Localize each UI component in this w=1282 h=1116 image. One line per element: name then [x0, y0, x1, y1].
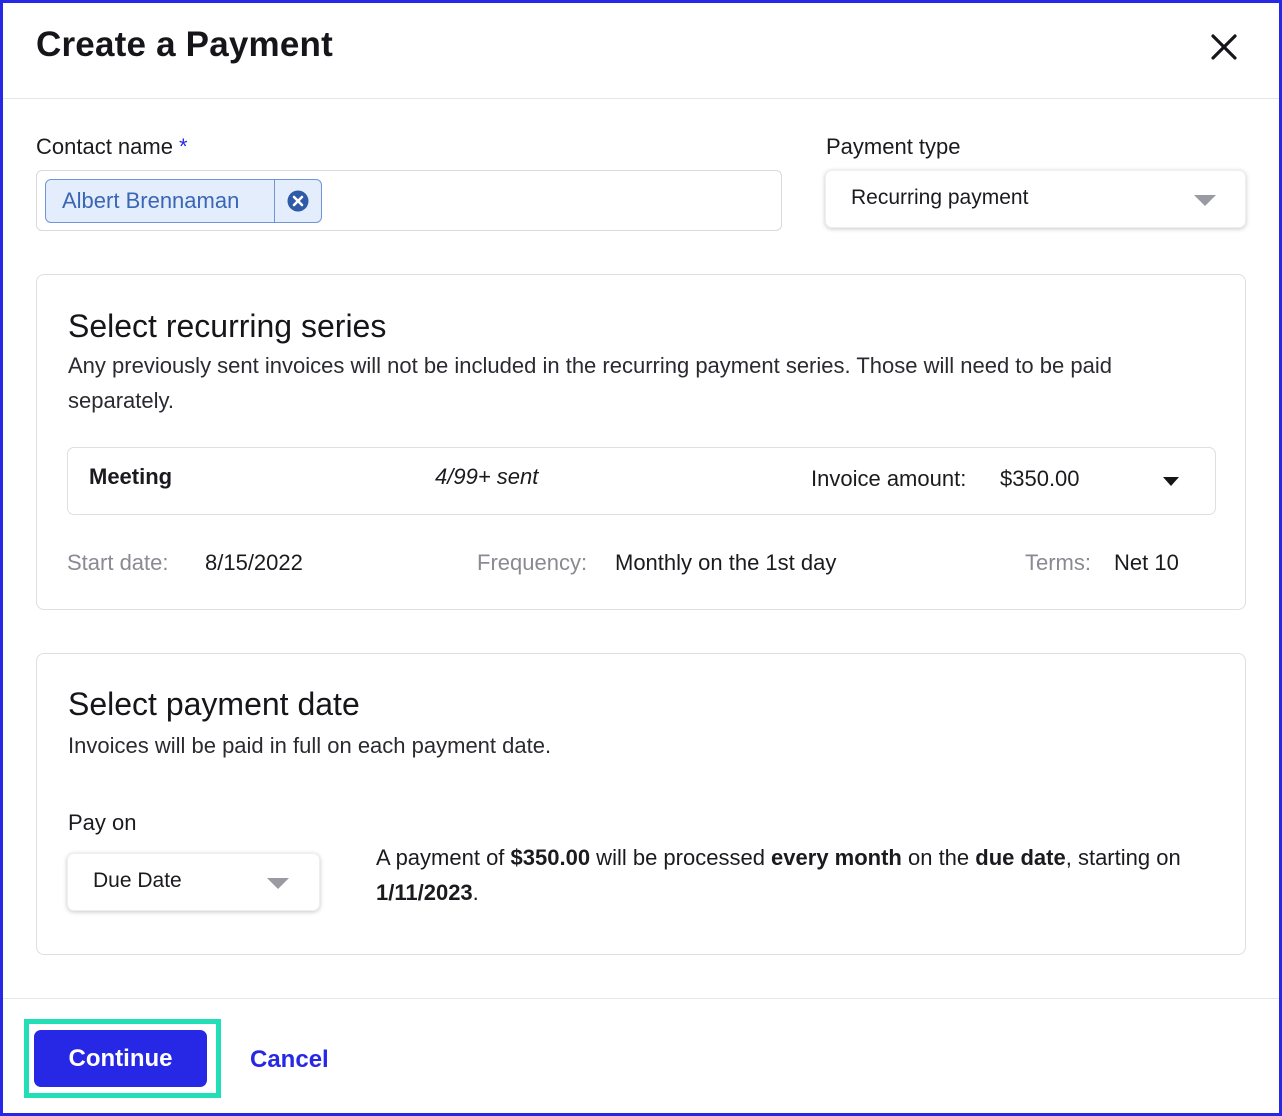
summary-text: A payment of [376, 845, 511, 870]
modal-header: Create a Payment [3, 3, 1279, 99]
modal-title: Create a Payment [36, 25, 333, 64]
payment-date-card: Select payment date Invoices will be pai… [36, 653, 1246, 955]
caret-down-icon [1163, 477, 1179, 486]
recurring-series-description: Any previously sent invoices will not be… [68, 353, 1112, 413]
summary-text: , starting on [1065, 845, 1181, 870]
recurring-series-title: Select recurring series [68, 308, 387, 344]
summary-frequency: every month [771, 845, 902, 870]
recurring-series-card: Select recurring series Any previously s… [36, 274, 1246, 610]
invoice-amount-label: Invoice amount: [811, 466, 967, 491]
payment-type-value: Recurring payment [851, 186, 1029, 209]
close-icon [1211, 34, 1237, 60]
contact-chip-remove-button[interactable] [275, 180, 321, 222]
frequency-label: Frequency: [477, 550, 588, 575]
series-sent-count: 4/99+ sent [435, 464, 539, 489]
invoice-amount-value: $350.00 [1000, 466, 1080, 491]
modal-footer: Continue Cancel [3, 998, 1279, 1116]
payment-date-description: Invoices will be paid in full on each pa… [68, 733, 552, 758]
contact-chip-label: Albert Brennaman [62, 188, 240, 213]
summary-date-type: due date [975, 845, 1066, 870]
contact-name-label-text: Contact name [36, 134, 173, 159]
contact-name-field[interactable]: Albert Brennaman [36, 170, 782, 231]
terms-value: Net 10 [1114, 550, 1179, 575]
contact-chip: Albert Brennaman [45, 179, 322, 223]
frequency-value: Monthly on the 1st day [615, 550, 837, 575]
create-payment-modal: Create a Payment Contact name * Albert Br… [0, 0, 1282, 1116]
pay-on-label: Pay on [68, 810, 137, 835]
chevron-down-icon [1194, 195, 1216, 206]
remove-circle-icon [287, 190, 309, 212]
start-date-label: Start date: [67, 550, 169, 575]
pay-on-value: Due Date [93, 869, 182, 892]
series-name: Meeting [89, 464, 173, 489]
payment-type-label: Payment type [826, 134, 961, 159]
chevron-down-icon [267, 878, 289, 889]
summary-text: . [472, 880, 479, 905]
required-asterisk: * [178, 134, 188, 159]
payment-summary: A payment of $350.00 will be processed e… [376, 840, 1206, 910]
contact-name-label: Contact name * [36, 134, 188, 160]
summary-amount: $350.00 [510, 845, 591, 870]
summary-text: will be processed [590, 845, 772, 870]
start-date-value: 8/15/2022 [205, 550, 303, 575]
continue-button[interactable]: Continue [34, 1030, 207, 1087]
summary-text: on the [901, 845, 976, 870]
payment-type-select[interactable]: Recurring payment [825, 170, 1246, 228]
payment-date-title: Select payment date [68, 686, 360, 722]
close-button[interactable] [1201, 25, 1245, 69]
summary-start-date: 1/11/2023 [376, 880, 473, 905]
series-selector[interactable]: Meeting 4/99+ sent Invoice amount: $350.… [67, 447, 1216, 515]
pay-on-select[interactable]: Due Date [67, 853, 320, 911]
cancel-button[interactable]: Cancel [250, 1046, 329, 1074]
terms-label: Terms: [1025, 550, 1091, 575]
